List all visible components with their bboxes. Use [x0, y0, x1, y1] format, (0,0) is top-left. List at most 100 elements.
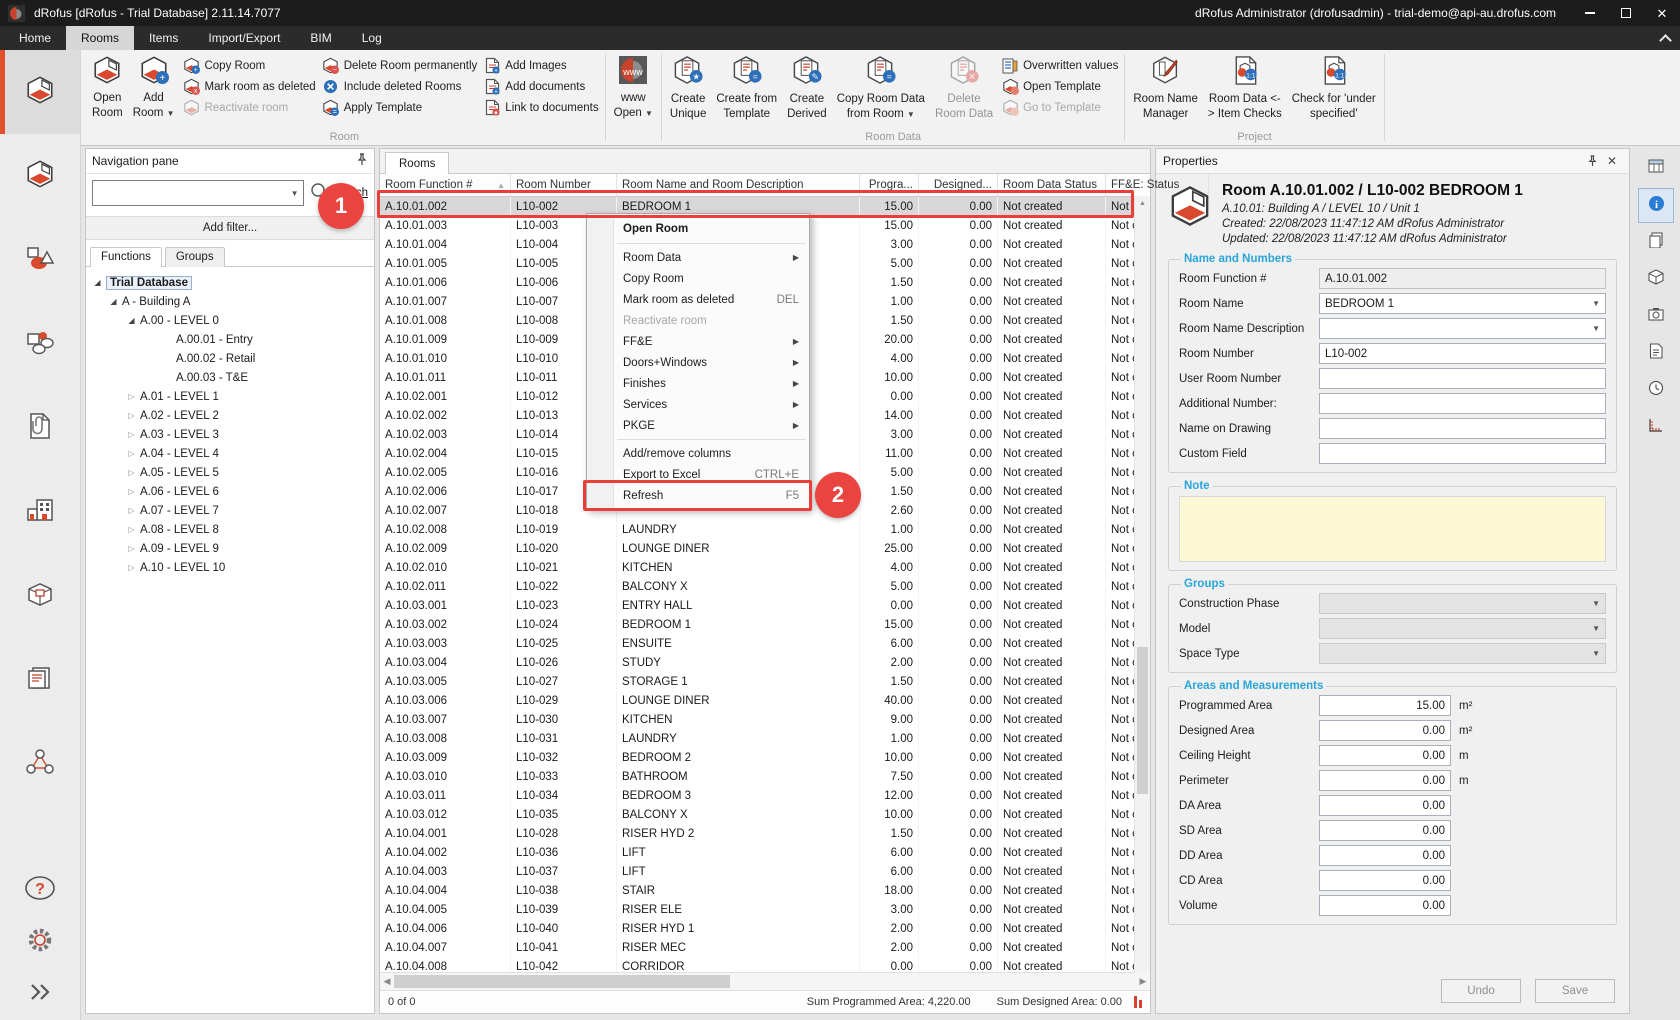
menu-item-copy-room[interactable]: Copy Room — [587, 268, 809, 289]
field-dd-area[interactable]: 0.00 — [1319, 845, 1451, 866]
sidebar-item-items[interactable] — [0, 218, 80, 302]
tree-collapsed-icon[interactable]: ▷ — [126, 563, 137, 572]
tree-item[interactable]: ▷A.01 - LEVEL 1 — [86, 387, 374, 406]
column-header-7[interactable]: FF&E: Status — [1106, 174, 1209, 196]
chevron-down-icon[interactable]: ▼ — [287, 181, 303, 205]
tree-item[interactable]: ▷A.03 - LEVEL 3 — [86, 425, 374, 444]
field-designed-area[interactable]: 0.00 — [1319, 720, 1451, 741]
tree-item[interactable]: A.00.02 - Retail — [86, 349, 374, 368]
properties-tab-copy[interactable] — [1638, 225, 1674, 260]
table-row[interactable]: A.10.03.007L10-030KITCHEN9.000.00Not cre… — [380, 710, 1135, 729]
table-row[interactable]: A.10.03.003L10-025ENSUITE6.000.00Not cre… — [380, 634, 1135, 653]
table-row[interactable]: A.10.03.006L10-029LOUNGE DINER40.000.00N… — [380, 691, 1135, 710]
chevron-down-icon[interactable]: ▼ — [1588, 299, 1600, 308]
column-header-5[interactable]: Designed... — [919, 174, 998, 196]
field-name-on-drawing[interactable] — [1319, 418, 1606, 439]
table-row[interactable]: A.10.03.002L10-024BEDROOM 115.000.00Not … — [380, 615, 1135, 634]
field-sd-area[interactable]: 0.00 — [1319, 820, 1451, 841]
pin-icon[interactable] — [1582, 155, 1602, 167]
ribbon-add-images[interactable]: +Add Images — [483, 55, 598, 76]
field-room-name[interactable]: BEDROOM 1▼ — [1319, 293, 1606, 314]
ribbon-add-room[interactable]: +AddRoom ▼ — [128, 53, 180, 131]
table-row[interactable]: A.10.02.009L10-020LOUNGE DINER25.000.00N… — [380, 539, 1135, 558]
field-perimeter[interactable]: 0.00 — [1319, 770, 1451, 791]
ribbon-delete-room-data[interactable]: ✕DeleteRoom Data — [930, 53, 998, 131]
menu-item-room-data[interactable]: Room Data▶ — [587, 247, 809, 268]
field-room-name-description[interactable]: ▼ — [1319, 318, 1606, 339]
nav-tab-functions[interactable]: Functions — [90, 247, 162, 267]
tree-item[interactable]: ▷A.10 - LEVEL 10 — [86, 558, 374, 577]
tree-collapsed-icon[interactable]: ▷ — [126, 544, 137, 553]
ribbon-mark-room-as-deleted[interactable]: xMark room as deleted — [182, 76, 315, 97]
tab-rooms[interactable]: Rooms — [385, 152, 449, 174]
field-room-number[interactable]: L10-002 — [1319, 343, 1606, 364]
ribbon-delete-room-permanently[interactable]: −Delete Room permanently — [322, 55, 478, 76]
field-da-area[interactable]: 0.00 — [1319, 795, 1451, 816]
table-row[interactable]: A.10.03.008L10-031LAUNDRY1.000.00Not cre… — [380, 729, 1135, 748]
properties-tab-info[interactable]: i — [1638, 188, 1674, 223]
tree-collapsed-icon[interactable]: ▷ — [126, 525, 137, 534]
sidebar-item-item-groups[interactable] — [0, 302, 80, 386]
tree-item[interactable]: ◢Trial Database — [86, 273, 374, 292]
properties-tab-worksheet[interactable] — [1638, 151, 1674, 186]
menu-tab-importexport[interactable]: Import/Export — [193, 26, 295, 50]
tree-collapsed-icon[interactable]: ▷ — [126, 506, 137, 515]
table-row[interactable]: A.10.02.010L10-021KITCHEN4.000.00Not cre… — [380, 558, 1135, 577]
field-custom-field[interactable] — [1319, 443, 1606, 464]
tree-item[interactable]: ◢A.00 - LEVEL 0 — [86, 311, 374, 330]
menu-tab-log[interactable]: Log — [347, 26, 397, 50]
ribbon-apply-template[interactable]: =Apply Template — [322, 97, 478, 118]
sidebar-item-rooms[interactable] — [0, 50, 80, 134]
field-additional-number-[interactable] — [1319, 393, 1606, 414]
properties-tab-images[interactable] — [1638, 299, 1674, 334]
column-header-2[interactable]: Room Number — [511, 174, 617, 196]
sidebar-item-buildings[interactable] — [0, 470, 80, 554]
tree-item[interactable]: ▷A.08 - LEVEL 8 — [86, 520, 374, 539]
tree-item[interactable]: ▷A.09 - LEVEL 9 — [86, 539, 374, 558]
ribbon-check-for-under-specified-[interactable]: 1:1Check for 'underspecified' — [1287, 53, 1381, 131]
tree-item[interactable]: A.00.01 - Entry — [86, 330, 374, 349]
menu-item-reactivate-room[interactable]: Reactivate room — [587, 310, 809, 331]
vertical-scrollbar-thumb[interactable] — [1137, 647, 1148, 795]
field-programmed-area[interactable]: 15.00 — [1319, 695, 1451, 716]
menu-item-open-room[interactable]: Open Room — [587, 217, 809, 240]
nav-tab-groups[interactable]: Groups — [165, 247, 225, 267]
field-user-room-number[interactable] — [1319, 368, 1606, 389]
table-row[interactable]: A.10.04.004L10-038STAIR18.000.00Not crea… — [380, 881, 1135, 900]
save-button[interactable]: Save — [1535, 979, 1615, 1003]
ribbon-add-documents[interactable]: +Add documents — [483, 76, 598, 97]
tree-item[interactable]: ▷A.04 - LEVEL 4 — [86, 444, 374, 463]
close-button[interactable]: ✕ — [1644, 0, 1680, 26]
sidebar-item-products[interactable] — [0, 554, 80, 638]
ribbon-overwritten-values[interactable]: Overwritten values — [1001, 55, 1118, 76]
tree-collapsed-icon[interactable]: ▷ — [126, 411, 137, 420]
tree-item[interactable]: ▷A.05 - LEVEL 5 — [86, 463, 374, 482]
area-chart-icon[interactable] — [1134, 996, 1142, 1008]
search-input[interactable] — [93, 181, 287, 205]
ribbon-room-data-item-checks[interactable]: 1:1Room Data <-> Item Checks — [1203, 53, 1287, 131]
menu-tab-bim[interactable]: BIM — [295, 26, 346, 50]
ribbon-include-deleted-rooms[interactable]: Include deleted Rooms — [322, 76, 478, 97]
column-header-1[interactable]: Room Function #▲ — [380, 174, 511, 196]
table-row[interactable]: A.10.03.010L10-033BATHROOM7.500.00Not cr… — [380, 767, 1135, 786]
ribbon-link-to-documents[interactable]: ●Link to documents — [483, 97, 598, 118]
column-header-3[interactable]: Room Name and Room Description — [617, 174, 860, 196]
table-row[interactable]: A.10.03.005L10-027STORAGE 11.500.00Not c… — [380, 672, 1135, 691]
tree-collapsed-icon[interactable]: ▷ — [126, 468, 137, 477]
ribbon-create-derived[interactable]: ✎CreateDerived — [782, 53, 832, 131]
ribbon-open-template[interactable]: Open Template — [1001, 76, 1118, 97]
ribbon-copy-room-data-from-room[interactable]: =Copy Room Datafrom Room ▼ — [832, 53, 930, 131]
ribbon-go-to-template[interactable]: Go to Template — [1001, 97, 1118, 118]
table-row[interactable]: A.10.03.009L10-032BEDROOM 210.000.00Not … — [380, 748, 1135, 767]
tree-expanded-icon[interactable]: ◢ — [108, 297, 119, 306]
ribbon-create-unique[interactable]: ★CreateUnique — [665, 53, 711, 131]
table-row[interactable]: A.10.04.008L10-042CORRIDOR0.000.00Not cr… — [380, 957, 1135, 972]
table-row[interactable]: A.10.03.012L10-035BALCONY X10.000.00Not … — [380, 805, 1135, 824]
tree-collapsed-icon[interactable]: ▷ — [126, 392, 137, 401]
tree-collapsed-icon[interactable]: ▷ — [126, 430, 137, 439]
field-ceiling-height[interactable]: 0.00 — [1319, 745, 1451, 766]
table-row[interactable]: A.10.02.008L10-019LAUNDRY1.000.00Not cre… — [380, 520, 1135, 539]
vertical-scrollbar[interactable]: ▲ — [1134, 196, 1150, 973]
tree-item[interactable]: A.00.03 - T&E — [86, 368, 374, 387]
table-row[interactable]: A.10.04.006L10-040RISER HYD 12.000.00Not… — [380, 919, 1135, 938]
